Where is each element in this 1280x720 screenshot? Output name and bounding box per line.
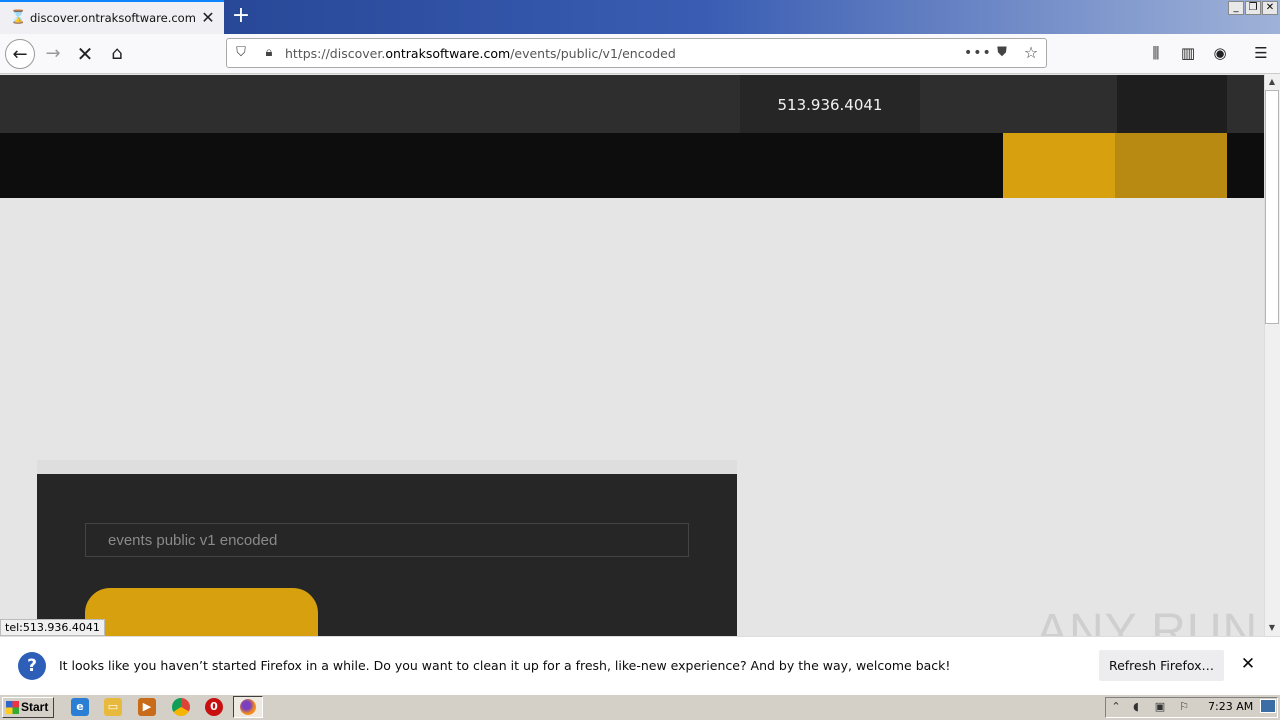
taskbar (0, 694, 1280, 720)
tab-title: discover.ontraksoftware.com/even (30, 11, 195, 25)
url-bar[interactable]: ⛉ 🔒︎ https://discover.ontraksoftware.com… (226, 38, 1047, 68)
action-center-flag-icon[interactable]: ⚐ (1177, 700, 1191, 714)
restore-button[interactable]: ❐ (1245, 1, 1261, 15)
tab-close-icon[interactable]: ✕ (200, 9, 216, 27)
scroll-down-icon[interactable]: ▼ (1265, 621, 1279, 635)
back-button[interactable]: ← (5, 39, 35, 69)
top-bar-block (1117, 75, 1227, 133)
url-text[interactable]: https://discover.ontraksoftware.com/even… (285, 46, 676, 61)
start-label: Start (21, 700, 49, 714)
clock[interactable]: 7:23 AM (1208, 700, 1253, 713)
nav-gold-block[interactable] (1003, 133, 1115, 198)
panel-shadow (37, 460, 737, 474)
url-path: /events/public/v1/encoded (510, 46, 676, 61)
url-prefix: https://discover. (285, 46, 386, 61)
site-top-bar (0, 75, 1264, 133)
nav-gold-dark-block[interactable] (1115, 133, 1227, 198)
hourglass-icon: ⌛ (10, 10, 27, 25)
media-player-icon[interactable]: ▶ (138, 698, 156, 716)
submit-button[interactable] (85, 588, 318, 638)
ie-icon[interactable]: e (71, 698, 89, 716)
tray-expand-icon[interactable]: ⌃ (1109, 700, 1123, 714)
lock-icon[interactable]: 🔒︎ (260, 44, 278, 62)
firefox-icon (240, 699, 256, 715)
start-button[interactable]: Start (2, 697, 54, 718)
pocket-icon[interactable]: ⛊ (993, 44, 1011, 62)
shield-icon[interactable]: ⛉ (232, 44, 250, 62)
scroll-up-icon[interactable]: ▲ (1265, 75, 1279, 89)
refresh-firefox-button[interactable]: Refresh Firefox… (1099, 650, 1224, 681)
forward-button[interactable]: → (38, 39, 68, 69)
phone-link[interactable]: 513.936.4041 (740, 96, 920, 114)
bookmark-star-icon[interactable]: ☆ (1022, 44, 1040, 62)
new-tab-button[interactable]: + (230, 4, 252, 28)
search-input[interactable]: events public v1 encoded (85, 523, 689, 557)
status-link: tel:513.936.4041 (0, 619, 105, 636)
folder-icon[interactable]: ▭ (104, 698, 122, 716)
home-button[interactable]: ⌂ (102, 39, 132, 69)
opera-icon[interactable]: 0 (205, 698, 223, 716)
show-desktop-icon[interactable] (1260, 699, 1276, 713)
url-domain: ontraksoftware.com (385, 46, 511, 61)
account-icon[interactable]: ◉ (1208, 41, 1232, 65)
network-icon[interactable]: ▣ (1153, 700, 1167, 714)
notification-message: It looks like you haven’t started Firefo… (59, 658, 951, 673)
library-icon[interactable]: ⫼ (1144, 41, 1168, 65)
windows-flag-icon (6, 701, 19, 714)
volume-icon[interactable]: ◖ (1129, 700, 1143, 714)
window-close-button[interactable]: ✕ (1262, 1, 1278, 15)
menu-icon[interactable]: ☰ (1249, 41, 1273, 65)
firefox-taskbar-button[interactable] (233, 696, 263, 718)
tab-active[interactable]: ⌛ discover.ontraksoftware.com/even ✕ (0, 0, 224, 34)
minimize-button[interactable]: _ (1228, 1, 1244, 15)
page-actions-icon[interactable]: ••• (964, 44, 991, 62)
question-icon: ? (18, 652, 46, 680)
notification-close-icon[interactable]: ✕ (1238, 654, 1258, 674)
nav-bar: ← → ✕ ⌂ ⛉ 🔒︎ https://discover.ontraksoft… (0, 34, 1280, 74)
stop-loading-button[interactable]: ✕ (70, 39, 100, 69)
scrollbar-thumb[interactable] (1265, 90, 1279, 324)
chrome-icon[interactable] (172, 698, 190, 716)
sidebar-icon[interactable]: ▥ (1176, 41, 1200, 65)
